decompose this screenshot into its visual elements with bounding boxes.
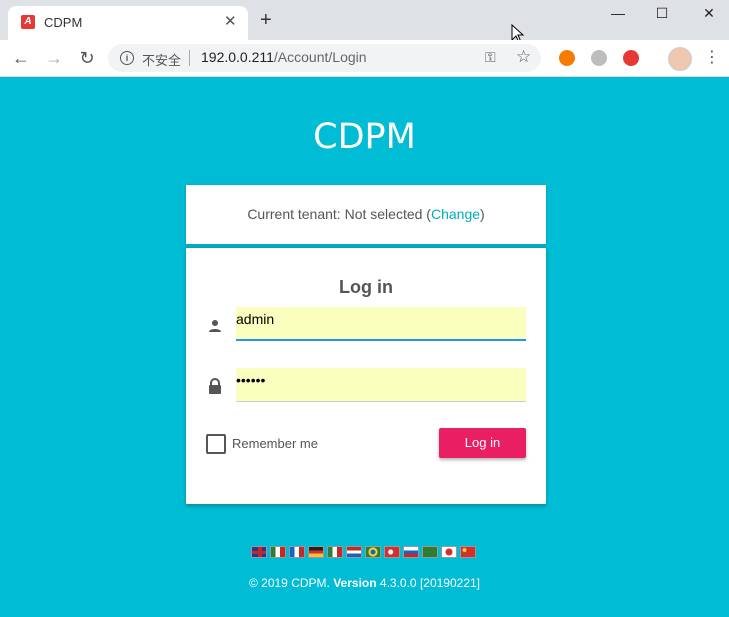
app-favicon-icon: A [21, 15, 35, 29]
profile-avatar[interactable] [668, 47, 692, 71]
flag-brazil-icon[interactable] [365, 546, 381, 558]
tenant-card: Current tenant: Not selected (Change) [186, 185, 546, 248]
flag-china-icon[interactable] [460, 546, 476, 558]
key-icon[interactable]: ⚿ [485, 49, 496, 66]
bookmark-star-icon[interactable]: ☆ [516, 47, 531, 67]
remember-me-checkbox[interactable] [206, 434, 226, 454]
flag-turkey-icon[interactable] [384, 546, 400, 558]
flag-english-icon[interactable] [251, 546, 267, 558]
url-text[interactable]: 192.0.0.211/Account/Login [201, 49, 367, 65]
flag-italy-icon[interactable] [327, 546, 343, 558]
flag-germany-icon[interactable] [308, 546, 324, 558]
reload-icon[interactable]: ↻ [75, 46, 99, 70]
footer-version-value: 4.3.0.0 [20190221] [379, 576, 480, 590]
address-bar[interactable]: i 不安全 192.0.0.211/Account/Login ⚿ ☆ [108, 44, 541, 72]
new-tab-icon[interactable]: + [260, 10, 272, 30]
flag-netherlands-icon[interactable] [346, 546, 362, 558]
browser-menu-icon[interactable]: ⋮ [704, 48, 720, 68]
minimize-icon[interactable]: — [603, 4, 633, 22]
url-host: 192.0.0.211 [201, 49, 274, 65]
user-icon [209, 320, 221, 332]
change-tenant-link[interactable]: Change [431, 206, 480, 222]
username-field[interactable]: admin [236, 307, 526, 341]
flag-russia-icon[interactable] [403, 546, 419, 558]
login-card: Log in admin •••••• Remember me Log in [186, 248, 546, 504]
footer-version-label: Version [333, 576, 377, 590]
forward-icon[interactable]: → [42, 46, 66, 70]
extension-red-icon[interactable] [623, 50, 639, 66]
url-path: /Account/Login [273, 49, 367, 65]
footer-copyright: © 2019 CDPM. [248, 576, 330, 590]
browser-toolbar: ← → ↻ i 不安全 192.0.0.211/Account/Login ⚿ … [0, 40, 729, 77]
browser-tab[interactable]: A CDPM ✕ [8, 6, 248, 40]
footer: © 2019 CDPM. Version 4.3.0.0 [20190221] [0, 576, 729, 590]
login-heading: Log in [339, 277, 393, 297]
tenant-suffix: ) [480, 206, 485, 222]
maximize-icon[interactable]: ☐ [647, 4, 677, 22]
flag-mexico-icon[interactable] [270, 546, 286, 558]
login-button[interactable]: Log in [439, 428, 526, 458]
address-divider [189, 50, 190, 66]
info-icon[interactable]: i [120, 51, 134, 65]
app-title: CDPM [313, 117, 416, 157]
password-field[interactable]: •••••• [236, 368, 526, 402]
flag-france-icon[interactable] [289, 546, 305, 558]
tab-title: CDPM [44, 15, 83, 30]
remember-me-label[interactable]: Remember me [232, 436, 318, 451]
browser-tabstrip: A CDPM ✕ + — ☐ ✕ [0, 0, 729, 44]
close-tab-icon[interactable]: ✕ [224, 13, 237, 31]
flag-arabic-icon[interactable] [422, 546, 438, 558]
tenant-prefix: Current tenant: Not selected ( [247, 206, 431, 222]
lock-icon [209, 378, 221, 394]
flag-japan-icon[interactable] [441, 546, 457, 558]
insecure-label[interactable]: 不安全 [142, 50, 181, 69]
close-window-icon[interactable]: ✕ [694, 4, 724, 22]
tenant-info: Current tenant: Not selected (Change) [186, 206, 546, 222]
back-icon[interactable]: ← [9, 46, 33, 70]
extension-orange-icon[interactable] [559, 50, 575, 66]
extension-gray-icon[interactable] [591, 50, 607, 66]
